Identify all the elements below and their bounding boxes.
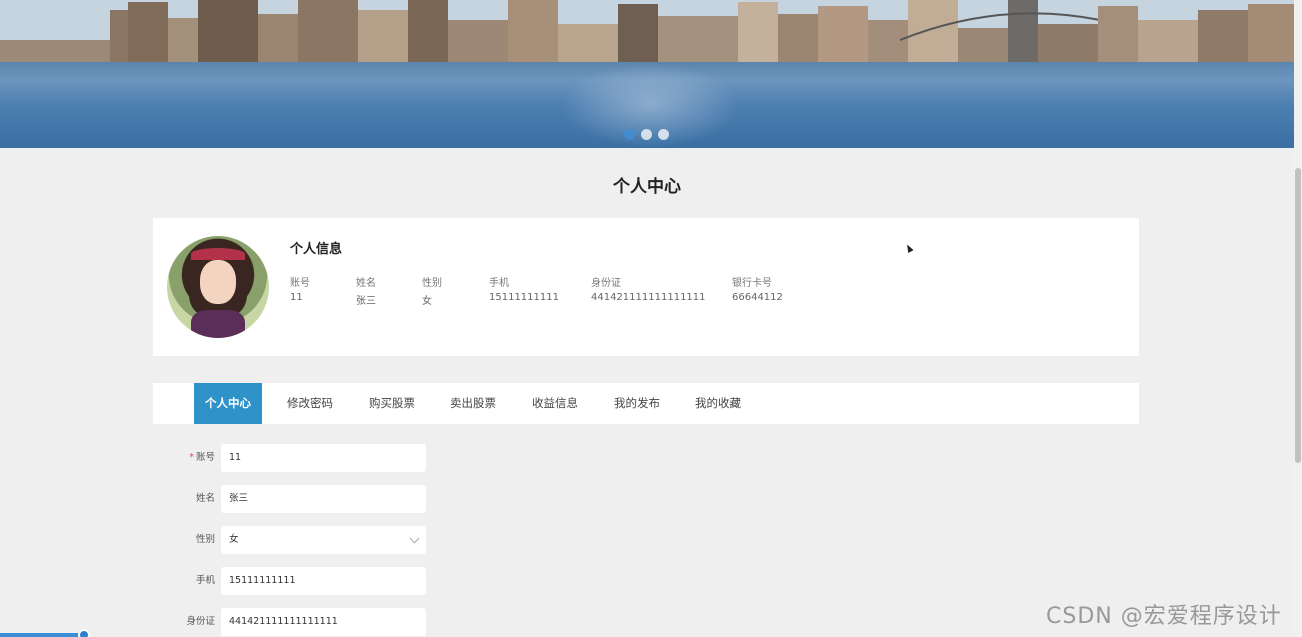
profile-field-value: 张三	[356, 296, 376, 307]
phone-input[interactable]: 15111111111	[221, 567, 426, 595]
profile-field-bank-card: 银行卡号 66644112	[732, 274, 783, 303]
id-card-input[interactable]: 441421111111111111	[221, 608, 426, 636]
profile-field-name: 姓名 张三	[356, 274, 376, 307]
account-label: * 账号	[153, 444, 215, 472]
profile-field-value: 女	[422, 296, 432, 307]
profile-field-label: 性别	[422, 278, 442, 289]
watermark: CSDN @宏爱程序设计	[1046, 604, 1282, 629]
name-input[interactable]: 张三	[221, 485, 426, 513]
profile-field-label: 账号	[290, 278, 310, 289]
tab-earnings[interactable]: 收益信息	[521, 383, 589, 424]
scrollbar-thumb[interactable]	[1295, 168, 1301, 463]
account-label-text: 账号	[195, 452, 215, 463]
gender-label: 性别	[195, 534, 215, 545]
profile-field-gender: 性别 女	[422, 274, 442, 307]
profile-field-phone: 手机 15111111111	[489, 274, 559, 303]
page-title: 个人中心	[613, 177, 681, 197]
tab-my-favorites[interactable]: 我的收藏	[684, 383, 752, 424]
progress-knob[interactable]	[78, 629, 90, 637]
tab-buy-stock[interactable]: 购买股票	[358, 383, 426, 424]
carousel-dot-1[interactable]	[624, 129, 635, 140]
carousel-indicators	[624, 129, 669, 140]
profile-field-value: 11	[290, 292, 303, 303]
profile-card: 个人信息 账号 11 姓名 张三 性别 女 手机 15111111111 身份证…	[153, 218, 1139, 356]
profile-tabs: 个人中心 修改密码 购买股票 卖出股票 收益信息 我的发布 我的收藏	[153, 383, 1139, 424]
profile-field-label: 银行卡号	[732, 278, 772, 289]
name-label: 姓名	[195, 493, 215, 504]
city-skyline-image	[0, 0, 1294, 64]
profile-field-value: 15111111111	[489, 292, 559, 303]
profile-field-label: 手机	[489, 278, 509, 289]
account-input[interactable]: 11	[221, 444, 426, 472]
avatar-body	[191, 310, 245, 338]
chevron-down-icon	[409, 533, 420, 544]
phone-label: 手机	[195, 575, 215, 586]
profile-field-id-card: 身份证 441421111111111111	[591, 274, 706, 303]
video-progress-bar[interactable]	[0, 633, 84, 637]
profile-field-value: 441421111111111111	[591, 292, 706, 303]
profile-field-account: 账号 11	[290, 274, 310, 303]
avatar-face	[200, 260, 236, 304]
tab-personal-center[interactable]: 个人中心	[194, 383, 262, 424]
tab-my-posts[interactable]: 我的发布	[603, 383, 671, 424]
id-card-label: 身份证	[186, 616, 215, 627]
carousel-dot-2[interactable]	[641, 129, 652, 140]
page-scrollbar[interactable]	[1294, 0, 1302, 637]
profile-field-value: 66644112	[732, 292, 783, 303]
carousel-dot-3[interactable]	[658, 129, 669, 140]
tab-sell-stock[interactable]: 卖出股票	[439, 383, 507, 424]
profile-field-label: 身份证	[591, 278, 621, 289]
tab-change-password[interactable]: 修改密码	[276, 383, 344, 424]
profile-heading: 个人信息	[290, 242, 343, 257]
gender-select-value: 女	[229, 534, 239, 545]
required-asterisk: *	[189, 452, 194, 463]
avatar-headband	[191, 248, 245, 260]
profile-field-label: 姓名	[356, 278, 376, 289]
avatar	[167, 236, 269, 338]
banner-carousel[interactable]	[0, 0, 1294, 148]
gender-select[interactable]: 女	[221, 526, 426, 554]
